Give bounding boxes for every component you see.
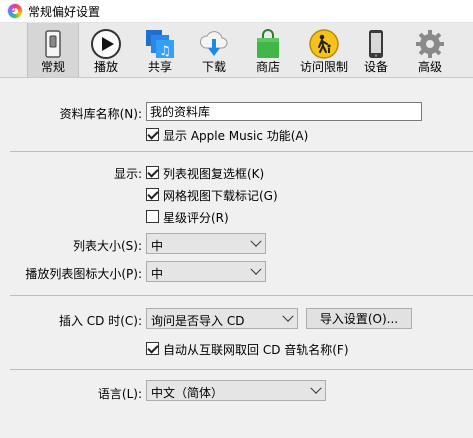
restrictions-icon xyxy=(309,29,339,59)
list-view-checkboxes-checkbox[interactable] xyxy=(146,166,159,179)
download-icon xyxy=(200,31,228,56)
star-ratings-option[interactable]: 星级评分(R) xyxy=(146,209,266,225)
show-apple-music-label: 显示 Apple Music 功能(A) xyxy=(163,129,309,143)
list-size-value: 中 xyxy=(151,239,164,253)
window-title: 常规偏好设置 xyxy=(28,5,101,19)
playlist-icon-size-value: 中 xyxy=(151,267,164,281)
tab-sharing[interactable]: ♫ 共享 xyxy=(138,23,182,77)
gear-icon xyxy=(416,30,444,58)
import-settings-button[interactable]: 导入设置(O)... xyxy=(306,308,412,329)
display-label: 显示: xyxy=(113,167,142,181)
library-name-field[interactable] xyxy=(146,102,422,121)
device-icon xyxy=(369,30,383,58)
language-dropdown[interactable]: 中文（简体） xyxy=(146,380,326,401)
language-value: 中文（简体） xyxy=(151,386,224,400)
grid-view-download-badges-label: 网格视图下载标记(G) xyxy=(163,189,278,203)
tab-advanced[interactable]: 高级 xyxy=(408,23,452,77)
tab-sharing-label: 共享 xyxy=(147,60,172,74)
tab-store[interactable]: 商店 xyxy=(246,23,290,77)
itunes-app-icon xyxy=(7,2,23,19)
svg-text:♫: ♫ xyxy=(159,44,171,59)
playlist-icon-size-label: 播放列表图标大小(P): xyxy=(25,267,142,281)
insert-cd-label: 插入 CD 时(C): xyxy=(58,314,142,328)
section-divider xyxy=(10,369,473,370)
tab-restrictions[interactable]: 访问限制 xyxy=(297,23,351,77)
preferences-toolbar: 常规 播放 ♫ 共享 下载 商店 访问限制 设备 高级 xyxy=(0,23,473,78)
insert-cd-dropdown[interactable]: 询问是否导入 CD xyxy=(146,308,298,329)
sharing-icon: ♫ xyxy=(146,30,174,59)
playlist-icon-size-dropdown[interactable]: 中 xyxy=(146,261,266,282)
list-view-checkboxes-option[interactable]: 列表视图复选框(K) xyxy=(146,165,306,181)
list-size-label: 列表大小(S): xyxy=(72,239,142,253)
tab-general[interactable]: 常规 xyxy=(27,23,79,77)
section-divider xyxy=(10,295,473,296)
list-size-dropdown[interactable]: 中 xyxy=(146,233,266,254)
section-divider xyxy=(10,151,473,152)
tab-general-label: 常规 xyxy=(40,60,65,74)
tab-devices-label: 设备 xyxy=(363,60,388,74)
star-ratings-label: 星级评分(R) xyxy=(163,211,229,225)
store-bag-icon xyxy=(257,29,279,58)
grid-view-download-badges-option[interactable]: 网格视图下载标记(G) xyxy=(146,187,316,203)
tab-playback[interactable]: 播放 xyxy=(84,23,128,77)
tab-restrictions-label: 访问限制 xyxy=(299,60,348,74)
chevron-down-icon xyxy=(250,235,262,247)
tab-playback-label: 播放 xyxy=(93,60,118,74)
show-apple-music-checkbox[interactable] xyxy=(146,128,159,141)
tab-devices[interactable]: 设备 xyxy=(354,23,398,77)
library-name-label: 资料库名称(N): xyxy=(59,107,142,121)
auto-retrieve-cd-names-option[interactable]: 自动从互联网取回 CD 音轨名称(F) xyxy=(146,341,366,357)
list-view-checkboxes-label: 列表视图复选框(K) xyxy=(163,167,265,181)
play-icon xyxy=(91,29,121,59)
title-bar: 常规偏好设置 xyxy=(0,0,473,23)
star-ratings-checkbox[interactable] xyxy=(146,210,159,223)
tab-advanced-label: 高级 xyxy=(417,60,442,74)
chevron-down-icon xyxy=(310,382,322,394)
chevron-down-icon xyxy=(250,263,262,275)
general-switch-icon xyxy=(45,30,61,58)
grid-view-download-badges-checkbox[interactable] xyxy=(146,188,159,201)
language-label: 语言(L): xyxy=(97,387,142,401)
tab-downloads[interactable]: 下载 xyxy=(192,23,236,77)
insert-cd-value: 询问是否导入 CD xyxy=(151,314,245,328)
show-apple-music-option[interactable]: 显示 Apple Music 功能(A) xyxy=(146,127,346,143)
tab-store-label: 商店 xyxy=(255,60,280,74)
chevron-down-icon xyxy=(282,310,294,322)
tab-downloads-label: 下载 xyxy=(201,60,226,74)
auto-retrieve-cd-names-checkbox[interactable] xyxy=(146,342,159,355)
auto-retrieve-cd-names-label: 自动从互联网取回 CD 音轨名称(F) xyxy=(163,343,349,357)
